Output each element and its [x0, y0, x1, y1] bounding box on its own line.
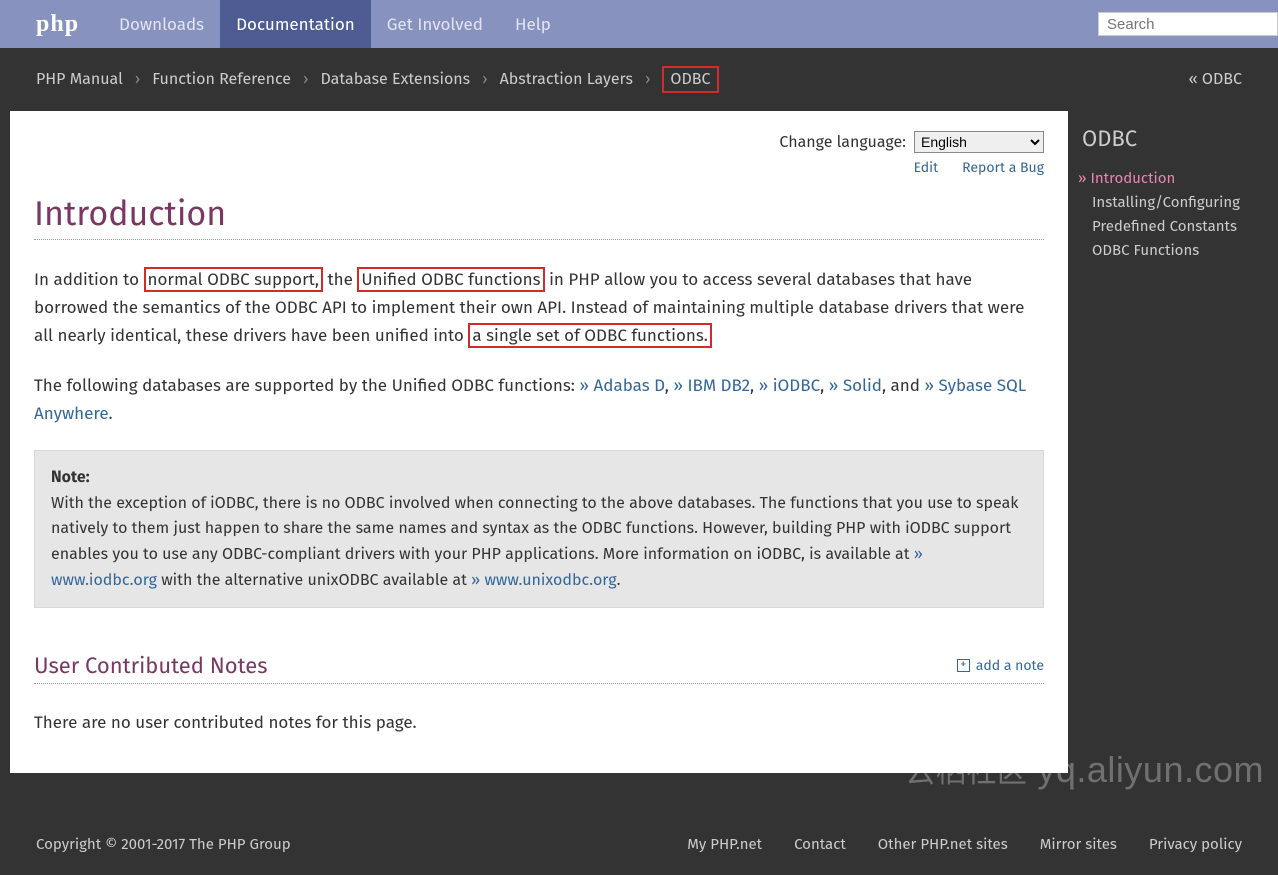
user-notes-header: User Contributed Notes + add a note	[34, 652, 1044, 684]
search-input[interactable]	[1098, 12, 1278, 36]
link-iodbc[interactable]: » iODBC	[759, 375, 821, 396]
note-box: Note: With the exception of iODBC, there…	[34, 450, 1044, 608]
highlight-unified-odbc: Unified ODBC functions	[357, 267, 544, 292]
nav-items: Downloads Documentation Get Involved Hel…	[103, 0, 567, 48]
breadcrumb: PHP Manual › Function Reference › Databa…	[36, 66, 719, 93]
link-unixodbc-org[interactable]: » www.unixodbc.org	[471, 571, 616, 590]
sidebar-list: Introduction Installing/Configuring Pred…	[1078, 166, 1268, 262]
sidebar-item-installing[interactable]: Installing/Configuring	[1078, 190, 1268, 214]
footer: Copyright © 2001-2017 The PHP Group My P…	[0, 813, 1278, 875]
crumb-sep: ›	[476, 70, 493, 89]
copyright: Copyright © 2001-2017 The PHP Group	[36, 835, 291, 853]
edit-link[interactable]: Edit	[914, 159, 939, 176]
sidebar-item-constants[interactable]: Predefined Constants	[1078, 214, 1268, 238]
sidebar-title: ODBC	[1078, 125, 1268, 152]
search-box	[1098, 12, 1278, 36]
language-select[interactable]: English	[914, 131, 1044, 153]
sidebar-item-functions[interactable]: ODBC Functions	[1078, 238, 1268, 262]
nav-downloads[interactable]: Downloads	[103, 0, 220, 48]
footer-privacy[interactable]: Privacy policy	[1149, 835, 1242, 853]
prev-link[interactable]: « ODBC	[1188, 70, 1242, 89]
no-notes-text: There are no user contributed notes for …	[34, 712, 1044, 733]
breadcrumb-bar: PHP Manual › Function Reference › Databa…	[0, 48, 1278, 111]
link-ibm-db2[interactable]: » IBM DB2	[673, 375, 750, 396]
add-note-link[interactable]: + add a note	[957, 657, 1044, 674]
nav-documentation[interactable]: Documentation	[220, 0, 371, 48]
footer-contact[interactable]: Contact	[794, 835, 846, 853]
nav-help[interactable]: Help	[499, 0, 567, 48]
crumb-sep: ›	[639, 70, 656, 89]
crumb-php-manual[interactable]: PHP Manual	[36, 70, 123, 89]
highlight-normal-odbc: normal ODBC support,	[144, 267, 323, 292]
main-wrap: Change language: English Edit Report a B…	[0, 111, 1278, 813]
highlight-single-set: a single set of ODBC functions.	[468, 323, 712, 348]
content: Change language: English Edit Report a B…	[10, 111, 1068, 773]
crumb-sep: ›	[297, 70, 314, 89]
sidebar: ODBC Introduction Installing/Configuring…	[1078, 111, 1268, 262]
page-title: Introduction	[34, 194, 1044, 240]
footer-other-sites[interactable]: Other PHP.net sites	[878, 835, 1008, 853]
note-label: Note:	[51, 468, 90, 487]
link-adabas-d[interactable]: » Adabas D	[579, 375, 664, 396]
footer-mirror[interactable]: Mirror sites	[1040, 835, 1117, 853]
report-bug-link[interactable]: Report a Bug	[962, 159, 1044, 176]
crumb-abstraction-layers[interactable]: Abstraction Layers	[500, 70, 633, 89]
language-row: Change language: English	[34, 131, 1044, 153]
language-label: Change language:	[779, 133, 906, 152]
nav-get-involved[interactable]: Get Involved	[371, 0, 499, 48]
body-text: In addition to normal ODBC support, the …	[34, 266, 1044, 608]
top-nav: php Downloads Documentation Get Involved…	[0, 0, 1278, 48]
crumb-sep: ›	[129, 70, 146, 89]
intro-para-1: In addition to normal ODBC support, the …	[34, 266, 1044, 350]
php-logo[interactable]: php	[0, 11, 103, 38]
crumb-database-extensions[interactable]: Database Extensions	[320, 70, 470, 89]
crumb-function-reference[interactable]: Function Reference	[152, 70, 291, 89]
crumb-odbc[interactable]: ODBC	[662, 66, 718, 93]
user-notes-heading: User Contributed Notes	[34, 652, 268, 679]
top-links: Edit Report a Bug	[34, 159, 1044, 176]
plus-icon: +	[957, 659, 970, 672]
footer-myphp[interactable]: My PHP.net	[687, 835, 762, 853]
intro-para-2: The following databases are supported by…	[34, 372, 1044, 428]
sidebar-item-introduction[interactable]: Introduction	[1078, 166, 1268, 190]
link-solid[interactable]: » Solid	[829, 375, 882, 396]
